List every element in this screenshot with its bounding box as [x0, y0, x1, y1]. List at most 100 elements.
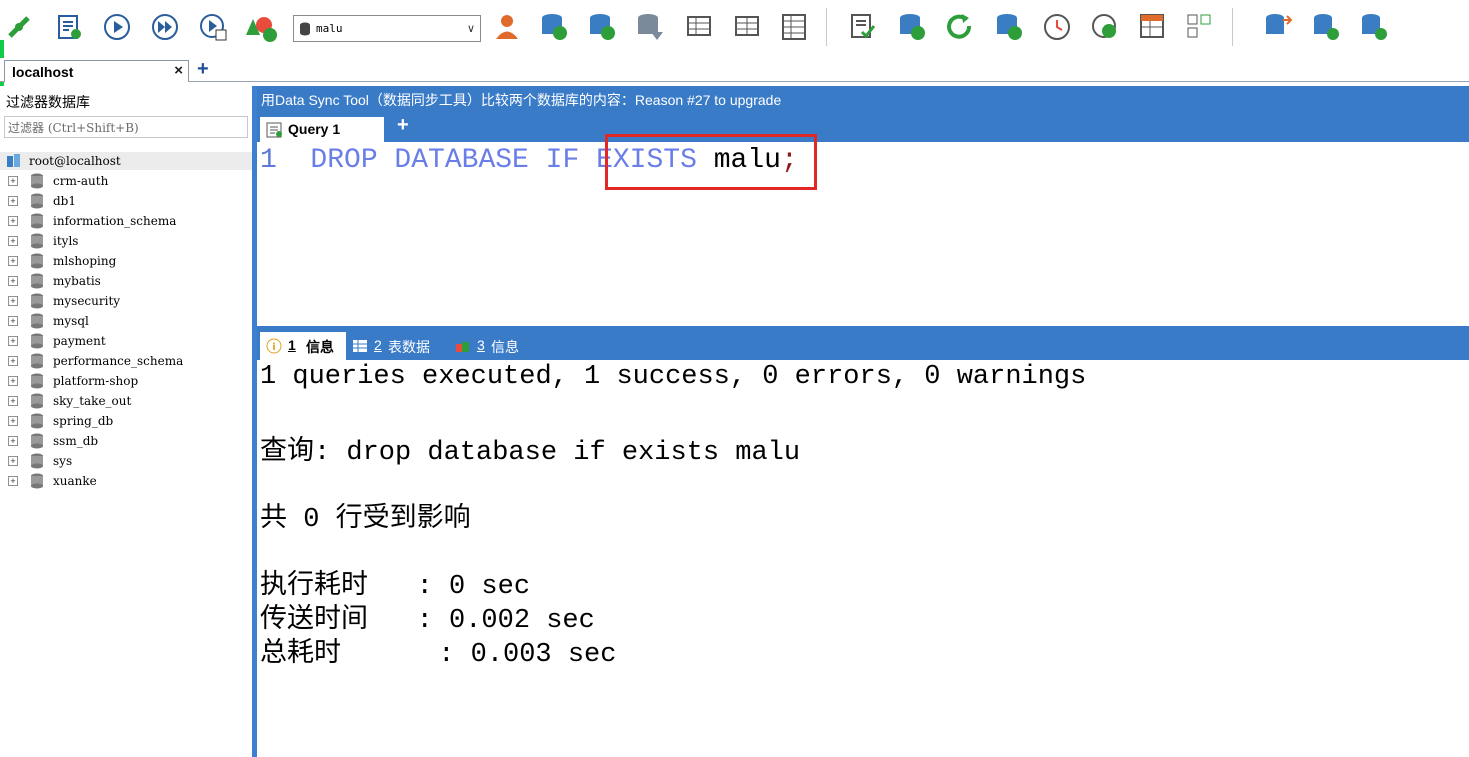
tab-result-info-2[interactable]: 3 信息: [453, 332, 533, 360]
tree-item-database[interactable]: + platform-shop: [0, 372, 252, 392]
database-icon: [31, 313, 43, 329]
tree-item-database[interactable]: + performance_schema: [0, 352, 252, 372]
message-output: 1 queries executed, 1 success, 0 errors,…: [257, 360, 1469, 757]
expand-icon[interactable]: +: [8, 456, 18, 466]
toolbar-separator: [1232, 8, 1233, 46]
tree-item-database[interactable]: + mysecurity: [0, 292, 252, 312]
tree-item-database[interactable]: + sys: [0, 452, 252, 472]
db-copy-icon[interactable]: [537, 10, 571, 44]
scheduler-icon[interactable]: [1040, 10, 1074, 44]
database-icon: [31, 293, 43, 309]
table-icon: [353, 340, 367, 352]
add-connection-button[interactable]: +: [197, 58, 209, 81]
expand-icon[interactable]: +: [8, 196, 18, 206]
result-tab-num: 1: [288, 337, 296, 353]
expand-icon[interactable]: +: [8, 256, 18, 266]
job-icon[interactable]: [1088, 10, 1122, 44]
query-tab-label: Query 1: [288, 121, 341, 137]
expand-icon[interactable]: +: [8, 476, 18, 486]
expand-icon[interactable]: +: [8, 216, 18, 226]
table-data-icon[interactable]: [683, 10, 717, 44]
annotation-highlight-box: [605, 134, 817, 190]
upgrade-banner[interactable]: 用Data Sync Tool（数据同步工具）比较两个数据库的内容：Reason…: [257, 86, 1469, 112]
expand-icon[interactable]: +: [8, 436, 18, 446]
db-sync3-icon[interactable]: [1358, 10, 1392, 44]
schema-sync-icon[interactable]: [633, 10, 667, 44]
expand-icon[interactable]: +: [8, 276, 18, 286]
expand-icon[interactable]: +: [8, 396, 18, 406]
import-icon[interactable]: [992, 10, 1026, 44]
database-icon: [31, 353, 43, 369]
database-label: payment: [53, 334, 106, 348]
tree-root-node[interactable]: root@localhost: [0, 152, 252, 170]
tab-label: localhost: [12, 64, 74, 80]
backup-icon[interactable]: [895, 10, 929, 44]
sql-log-icon[interactable]: [846, 10, 880, 44]
tree-item-database[interactable]: + information_schema: [0, 212, 252, 232]
user-manager-icon[interactable]: [490, 10, 524, 44]
tree-item-database[interactable]: + sky_take_out: [0, 392, 252, 412]
expand-icon[interactable]: +: [8, 416, 18, 426]
keyword-drop-database: DROP DATABASE: [310, 145, 529, 176]
filter-input[interactable]: 过滤器 (Ctrl+Shift+B): [4, 116, 248, 138]
tree-item-database[interactable]: + spring_db: [0, 412, 252, 432]
expand-icon[interactable]: +: [8, 336, 18, 346]
new-query-icon[interactable]: [52, 10, 86, 44]
tab-result-info[interactable]: i 1 信息: [260, 332, 346, 360]
tree-item-database[interactable]: + mysql: [0, 312, 252, 332]
tree-item-database[interactable]: + crm-auth: [0, 172, 252, 192]
db-sync-icon[interactable]: [585, 10, 619, 44]
tree-item-database[interactable]: + mybatis: [0, 272, 252, 292]
refresh-icon[interactable]: [943, 10, 977, 44]
tree-item-database[interactable]: + ityls: [0, 232, 252, 252]
line-number: 1: [260, 145, 277, 176]
database-icon: [31, 473, 43, 489]
close-icon[interactable]: ×: [174, 62, 183, 79]
tree-item-database[interactable]: + payment: [0, 332, 252, 352]
db-sync2-icon[interactable]: [1310, 10, 1344, 44]
schema-designer-icon[interactable]: [244, 10, 278, 44]
table-diff-icon[interactable]: [731, 10, 765, 44]
result-tab-bar: i 1 信息 2 表数据 3 信息: [257, 326, 1469, 360]
tab-query-1[interactable]: Query 1: [260, 117, 384, 142]
execute-edit-icon[interactable]: [196, 10, 230, 44]
tree-item-database[interactable]: + db1: [0, 192, 252, 212]
expand-icon[interactable]: +: [8, 236, 18, 246]
database-icon: [31, 233, 43, 249]
history-icon: [456, 342, 469, 352]
database-label: information_schema: [53, 214, 177, 228]
output-affected: 共 0 行受到影响: [260, 505, 471, 535]
database-label: ityls: [53, 234, 79, 248]
output-summary: 1 queries executed, 1 success, 0 errors,…: [260, 362, 1087, 392]
database-selector[interactable]: malu ∨: [293, 15, 481, 42]
expand-icon[interactable]: +: [8, 296, 18, 306]
connection-tab-bar: localhost × +: [0, 58, 1469, 82]
tab-localhost[interactable]: localhost ×: [4, 60, 189, 82]
grid-icon[interactable]: [778, 10, 812, 44]
expand-icon[interactable]: +: [8, 316, 18, 326]
expand-icon[interactable]: +: [8, 356, 18, 366]
db-compare-icon[interactable]: [1262, 10, 1296, 44]
svg-text:i: i: [272, 342, 275, 353]
database-label: performance_schema: [53, 354, 184, 368]
database-label: mysecurity: [53, 294, 121, 308]
chevron-down-icon[interactable]: ∨: [467, 22, 475, 35]
database-icon: [31, 433, 43, 449]
query-builder-icon[interactable]: [1183, 10, 1217, 44]
execute-icon[interactable]: [100, 10, 134, 44]
report-icon[interactable]: [1136, 10, 1170, 44]
toolbar-separator: [826, 8, 827, 46]
tree-item-database[interactable]: + ssm_db: [0, 432, 252, 452]
database-icon: [31, 253, 43, 269]
sql-editor[interactable]: 1 DROP DATABASE IF EXISTS malu;: [257, 134, 1469, 326]
connect-icon[interactable]: [2, 10, 36, 44]
tree-item-database[interactable]: + mlshoping: [0, 252, 252, 272]
database-label: platform-shop: [53, 374, 139, 388]
execute-all-icon[interactable]: [148, 10, 182, 44]
expand-icon[interactable]: +: [8, 376, 18, 386]
tree-item-database[interactable]: + xuanke: [0, 472, 252, 492]
add-query-button[interactable]: +: [397, 114, 409, 137]
tab-result-table-data[interactable]: 2 表数据: [350, 332, 440, 360]
main-panel: 用Data Sync Tool（数据同步工具）比较两个数据库的内容：Reason…: [257, 86, 1469, 757]
expand-icon[interactable]: +: [8, 176, 18, 186]
